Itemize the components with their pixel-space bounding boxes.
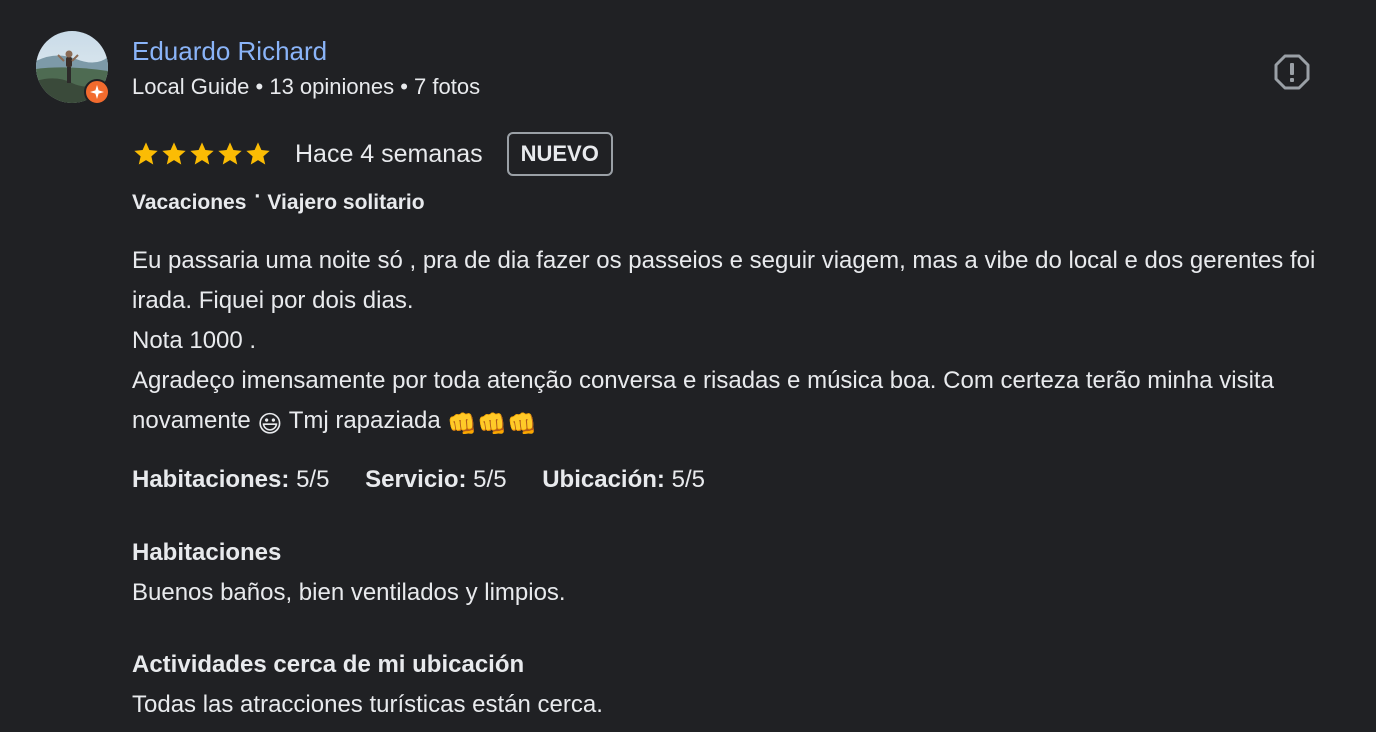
sub-rating-colon: : [656,466,665,493]
section-rooms: Habitaciones Buenos baños, bien ventilad… [132,533,566,613]
sub-rating-location: Ubicación: 5/5 [542,463,705,497]
rating-row: Hace 4 semanas NUEVO [132,130,613,178]
trip-context: Vacaciones · Viajero solitario [132,185,425,218]
sub-rating-service: Servicio: 5/5 [365,463,506,497]
author-meta: Local Guide • 13 opiniones • 7 fotos [132,74,481,99]
star-icon [134,142,158,165]
travel-group: Viajero solitario [267,191,425,214]
review-text-line: Agradeço imensamente por toda atenção co… [132,361,1352,445]
review-text-line: Nota 1000 . [132,327,257,354]
fist-emoji: 👊👊👊 [447,411,538,438]
sub-rating-value: 5/5 [473,466,507,493]
trip-separator: · [254,185,262,208]
section-heading: Habitaciones [132,539,282,566]
sub-rating-colon: : [281,466,290,493]
star-icon [190,142,214,165]
review-date: Hace 4 semanas [295,139,483,168]
section-body: Todas las atracciones turísticas están c… [132,691,603,718]
report-button[interactable] [1270,50,1314,94]
sub-rating-label: Ubicación [542,466,657,493]
new-badge: NUEVO [506,132,613,176]
star-icon [246,142,270,165]
sub-rating-label: Habitaciones [132,466,282,493]
report-icon [1274,54,1310,90]
trip-type: Vacaciones [132,191,247,214]
star-icon [218,142,242,165]
sub-rating-rooms: Habitaciones: 5/5 [132,463,329,497]
section-body: Buenos baños, bien ventilados y limpios. [132,579,566,606]
review-text-line: Eu passaria uma noite só , pra de dia fa… [132,247,1316,314]
sub-rating-value: 5/5 [296,466,330,493]
sub-rating-value: 5/5 [671,466,705,493]
avatar[interactable] [36,31,110,105]
sub-rating-label: Servicio [365,466,459,493]
star-rating [132,140,272,168]
sub-rating-colon: : [458,466,467,493]
local-guide-badge-icon [84,79,110,105]
section-heading: Actividades cerca de mi ubicación [132,651,525,678]
smile-emoji: 😃 [257,411,283,438]
sub-ratings: Habitaciones: 5/5 Servicio: 5/5 Ubicació… [132,463,734,497]
review-text-tail: Tmj rapaziada [288,407,441,434]
author-name[interactable]: Eduardo Richard [132,34,327,68]
section-nearby-activities: Actividades cerca de mi ubicación Todas … [132,645,603,725]
review-text: Eu passaria uma noite só , pra de dia fa… [132,241,1352,445]
star-icon [162,142,186,165]
